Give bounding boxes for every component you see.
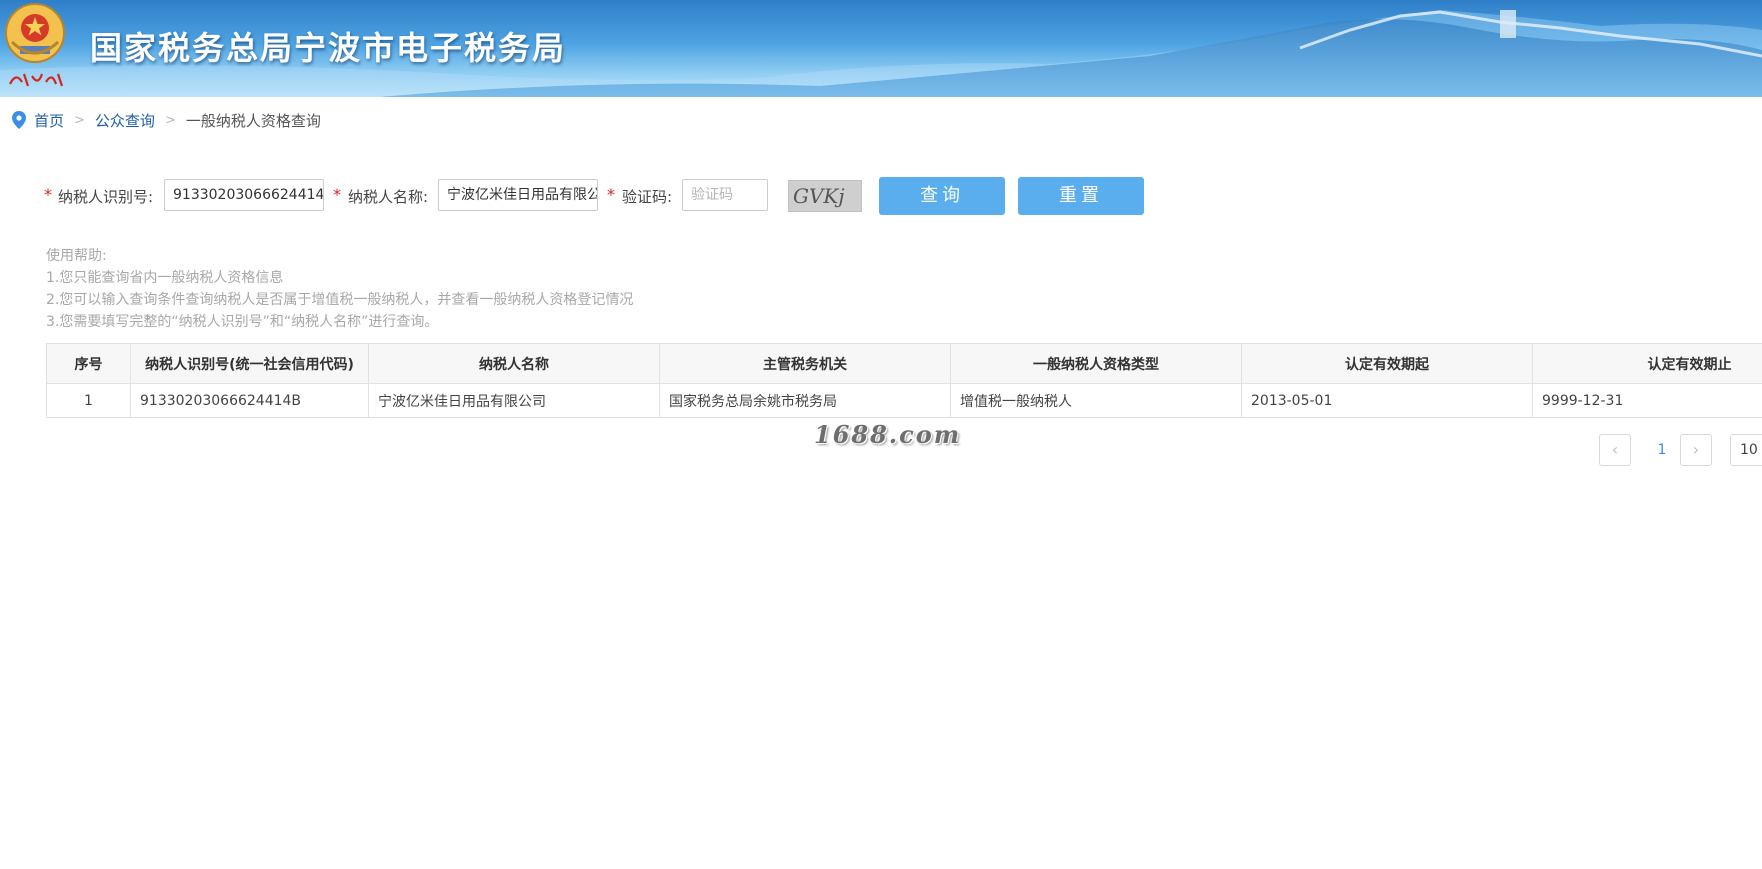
chevron-left-icon: ‹	[1611, 440, 1619, 459]
location-pin-icon	[12, 111, 26, 129]
taxpayer-id-label: 纳税人识别号:	[58, 188, 154, 206]
page-size-select[interactable]: 10	[1730, 434, 1762, 466]
query-button[interactable]: 查询	[879, 177, 1005, 215]
site-header: 国家税务总局宁波市电子税务局	[0, 0, 1762, 97]
taxpayer-name-input[interactable]: 宁波亿米佳日用品有限公司	[438, 179, 598, 211]
column-header-tax-authority: 主管税务机关	[659, 343, 951, 384]
column-header-taxpayer-name: 纳税人名称	[368, 343, 660, 384]
breadcrumb-public-query-link[interactable]: 公众查询	[95, 110, 155, 131]
captcha-text-graphic: GVKj	[793, 184, 845, 208]
results-table-wrap: 序号 纳税人识别号(统一社会信用代码) 纳税人名称 主管税务机关 一般纳税人资格…	[46, 343, 1762, 418]
column-header-index: 序号	[46, 343, 131, 384]
cell-tax-authority: 国家税务总局余姚市税务局	[659, 383, 951, 418]
required-mark: *	[607, 185, 615, 204]
captcha-label: 验证码:	[622, 188, 673, 206]
captcha-input[interactable]: 验证码	[682, 179, 768, 211]
required-mark: *	[333, 185, 341, 204]
reset-button[interactable]: 重置	[1018, 177, 1144, 215]
required-mark: *	[44, 185, 52, 204]
table-header-row: 序号 纳税人识别号(统一社会信用代码) 纳税人名称 主管税务机关 一般纳税人资格…	[46, 343, 1762, 384]
help-line: 1.您只能查询省内一般纳税人资格信息	[46, 270, 284, 286]
breadcrumb-separator: >	[74, 112, 85, 128]
breadcrumb-current: 一般纳税人资格查询	[185, 111, 321, 130]
cell-index: 1	[46, 383, 131, 418]
help-line: 3.您需要填写完整的“纳税人识别号”和“纳税人名称”进行查询。	[46, 314, 439, 330]
watermark: 1688.com	[814, 420, 962, 449]
china-tax-logo-script	[9, 73, 64, 87]
captcha-image[interactable]: GVKj	[788, 180, 862, 212]
table-row: 1 91330203066624414B 宁波亿米佳日用品有限公司 国家税务总局…	[46, 383, 1762, 418]
column-header-valid-to: 认定有效期止	[1532, 343, 1762, 384]
help-title: 使用帮助:	[46, 248, 107, 264]
help-line: 2.您可以输入查询条件查询纳税人是否属于增值税一般纳税人，并查看一般纳税人资格登…	[46, 292, 634, 308]
chevron-right-icon: ›	[1692, 440, 1700, 459]
column-header-taxpayer-id: 纳税人识别号(统一社会信用代码)	[130, 343, 369, 384]
tax-emblem-icon	[5, 3, 65, 63]
breadcrumb-separator: >	[164, 112, 176, 128]
breadcrumb-home-link[interactable]: 首页	[34, 110, 64, 131]
column-header-valid-from: 认定有效期起	[1241, 343, 1533, 384]
cell-valid-from: 2013-05-01	[1241, 383, 1533, 418]
cell-valid-to: 9999-12-31	[1532, 383, 1762, 418]
cell-taxpayer-id: 91330203066624414B	[130, 383, 369, 418]
captcha-text: GVKj	[793, 184, 845, 208]
pagination-next-button[interactable]: ›	[1680, 434, 1712, 466]
breadcrumb: 首页 > 公众查询 > 一般纳税人资格查询	[12, 109, 321, 131]
site-title: 国家税务总局宁波市电子税务局	[90, 29, 567, 67]
taxpayer-name-label: 纳税人名称:	[348, 188, 429, 206]
taxpayer-id-input[interactable]: 91330203066624414B	[164, 179, 324, 211]
pagination-prev-button[interactable]: ‹	[1599, 434, 1631, 466]
cell-taxpayer-name: 宁波亿米佳日用品有限公司	[368, 383, 660, 418]
results-table: 序号 纳税人识别号(统一社会信用代码) 纳税人名称 主管税务机关 一般纳税人资格…	[46, 343, 1762, 418]
pagination-page-1[interactable]: 1	[1646, 434, 1678, 466]
column-header-qualification-type: 一般纳税人资格类型	[950, 343, 1242, 384]
cell-qualification-type: 增值税一般纳税人	[950, 383, 1242, 418]
usage-help: 使用帮助: 1.您只能查询省内一般纳税人资格信息 2.您可以输入查询条件查询纳税…	[46, 245, 633, 333]
